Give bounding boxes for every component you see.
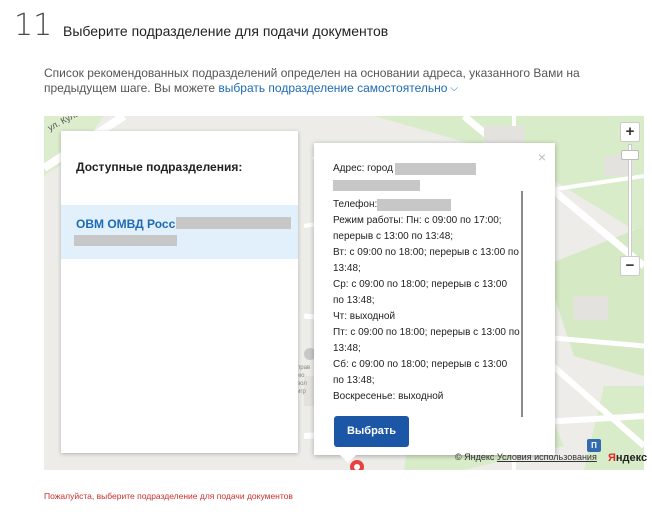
popup-pointer	[340, 455, 356, 463]
schedule-line: Ср: с 09:00 по 18:00; перерыв с 13:00	[333, 279, 507, 290]
schedule-line: Воскресенье: выходной	[333, 391, 444, 402]
redacted-block	[176, 217, 291, 229]
address-label: Адрес: город	[333, 163, 393, 174]
description: Список рекомендованных подразделений опр…	[44, 66, 634, 97]
units-list-panel: Доступные подразделения: ОВМ ОМВД России	[61, 131, 298, 453]
popup-scrollbar[interactable]	[521, 191, 523, 417]
popup-body: Адрес: город Телефон: Режим работы: Пн: …	[333, 161, 523, 405]
select-button[interactable]: Выбрать	[334, 416, 409, 447]
list-item[interactable]: ОВМ ОМВД России	[61, 205, 298, 259]
error-message: Пожалуйста, выберите подразделение для п…	[44, 491, 293, 501]
schedule-line: 13:48;	[333, 263, 361, 274]
zoom-in-button[interactable]: +	[620, 122, 640, 142]
close-icon[interactable]: ×	[538, 149, 546, 165]
copyright-text: © Яндекс	[455, 452, 495, 462]
schedule-line: перерыв с 13:00 по 13:48;	[333, 231, 454, 242]
redacted-block	[377, 199, 451, 211]
step-number: 11	[14, 8, 53, 43]
poi-label: прав мо вол игр	[297, 365, 311, 395]
terms-link[interactable]: Условия использования	[497, 452, 597, 462]
choose-manually-link[interactable]: выбрать подразделение самостоятельно	[218, 81, 447, 95]
schedule-line: Вт: с 09:00 по 18:00; перерыв с 13:00 по	[333, 247, 519, 258]
schedule-line: по 13:48;	[333, 375, 375, 386]
redacted-block	[395, 163, 476, 175]
unit-name: ОВМ ОМВД России	[76, 217, 191, 231]
redacted-block	[74, 235, 177, 246]
schedule-line: Чт: выходной	[333, 311, 396, 322]
schedule-line: Пт: с 09:00 по 18:00; перерыв с 13:00 по	[333, 327, 520, 338]
schedule-line: Режим работы: Пн: с 09:00 по 17:00;	[333, 215, 502, 226]
zoom-out-button[interactable]: −	[620, 256, 640, 276]
schedule-line: Сб: с 09:00 по 18:00; перерыв с 13:00	[333, 359, 508, 370]
schedule-line: 13:48;	[333, 343, 361, 354]
list-header: Доступные подразделения:	[76, 160, 243, 174]
step-title: Выберите подразделение для подачи докуме…	[63, 23, 389, 39]
map-attribution: © Яндекс Условия использования	[455, 452, 597, 462]
yandex-logo: Яндекс	[608, 452, 648, 464]
zoom-track[interactable]	[628, 144, 632, 268]
redacted-block	[333, 180, 420, 191]
unit-info-popup: × Адрес: город Телефон: Режим работы: Пн…	[314, 143, 555, 463]
traffic-icon[interactable]: П	[587, 439, 601, 452]
chevron-down-icon[interactable]: ⌵	[450, 81, 458, 96]
schedule-line: по 13:48;	[333, 295, 375, 306]
phone-label: Телефон:	[333, 199, 378, 210]
zoom-slider-handle[interactable]	[621, 150, 639, 160]
